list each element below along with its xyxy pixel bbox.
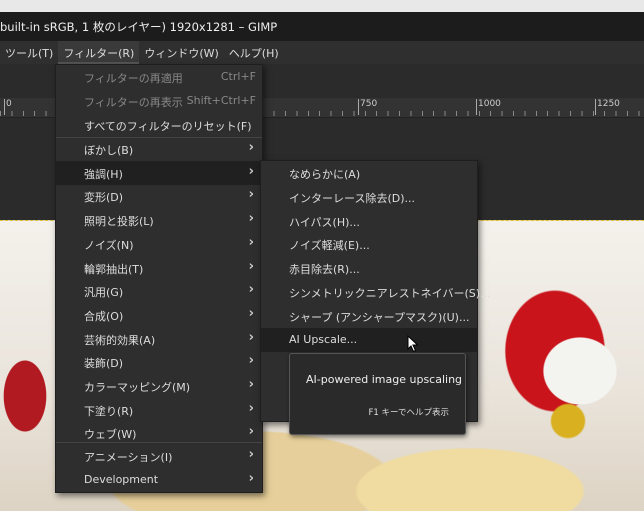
menu-item-submenu[interactable]: アニメーション(I) ›: [56, 444, 262, 468]
separator: [56, 442, 262, 443]
menu-bar: ツール(T) フィルター(R) ウィンドウ(W) ヘルプ(H): [0, 41, 644, 64]
ruler-label: 1250: [595, 99, 620, 115]
chevron-right-icon: ›: [248, 329, 254, 345]
filters-menu: フィルターの再適用 Ctrl+F フィルターの再表示 Shift+Ctrl+F すべ…: [55, 64, 263, 493]
menu-item-submenu[interactable]: 輪郭抽出(T) ›: [56, 256, 262, 280]
mouse-cursor-icon: [407, 334, 419, 356]
menu-item-submenu[interactable]: 強調(H) ›: [56, 160, 262, 185]
shortcut: Shift+Ctrl+F: [186, 94, 256, 107]
tooltip-text: AI-powered image upscaling: [306, 373, 463, 386]
menu-windows[interactable]: ウィンドウ(W): [139, 41, 223, 64]
menu-item-label: 合成(O): [84, 309, 124, 323]
menu-item-label: 下塗り(R): [84, 404, 134, 418]
menu-item-label: ノイズ軽減(E)...: [289, 239, 370, 253]
chevron-right-icon: ›: [248, 258, 254, 274]
menu-item-label: 装飾(D): [84, 357, 124, 371]
menu-item-label: 赤目除去(R)...: [289, 263, 360, 277]
menu-item-label: アニメーション(I): [84, 451, 173, 464]
submenu-item[interactable]: インターレース除去(D)...: [261, 185, 477, 209]
tooltip-help-hint: F1 キーでヘルプ表示: [368, 408, 450, 418]
submenu-item[interactable]: 赤目除去(R)...: [261, 256, 477, 280]
chevron-right-icon: ›: [248, 424, 254, 440]
menu-item-label: AI Upscale...: [289, 332, 358, 346]
menu-item-submenu[interactable]: 下塗り(R) ›: [56, 398, 262, 422]
menu-item-submenu[interactable]: Development ›: [56, 468, 262, 492]
menu-filters[interactable]: フィルター(R): [58, 41, 140, 64]
menu-item-submenu[interactable]: ぼかし(B) ›: [56, 137, 262, 161]
menu-item-submenu[interactable]: 芸術的効果(A) ›: [56, 327, 262, 351]
ruler-label: 750: [358, 99, 377, 115]
chevron-right-icon: ›: [248, 305, 254, 321]
submenu-item[interactable]: なめらかに(A): [261, 161, 477, 185]
chevron-right-icon: ›: [248, 377, 254, 392]
chevron-right-icon: ›: [248, 140, 254, 155]
shortcut: Ctrl+F: [220, 70, 256, 83]
chevron-right-icon: ›: [248, 353, 254, 369]
menu-item-submenu[interactable]: 汎用(G) ›: [56, 279, 262, 303]
chevron-right-icon: ›: [248, 400, 254, 416]
menu-item-label: ハイパス(H)...: [289, 215, 360, 229]
ruler-label: 1000: [476, 99, 501, 115]
label: フィルターの再適用: [84, 72, 183, 85]
menu-item-submenu[interactable]: カラーマッピング(M) ›: [56, 374, 262, 398]
menu-item-label: 変形(D): [84, 191, 124, 205]
title-bar: built-in sRGB, 1 枚のレイヤー) 1920x1281 – GIM…: [0, 12, 644, 41]
menu-item-label: インターレース除去(D)...: [289, 191, 415, 205]
ruler-label: 0: [4, 99, 12, 115]
chevron-right-icon: ›: [248, 282, 254, 298]
menu-item-label: 汎用(G): [84, 286, 124, 300]
menu-item-submenu[interactable]: 変形(D) ›: [56, 184, 262, 208]
desktop-strip: [0, 0, 644, 12]
chevron-right-icon: ›: [248, 211, 254, 227]
window-title: built-in sRGB, 1 枚のレイヤー) 1920x1281 – GIM…: [0, 20, 278, 34]
submenu-item[interactable]: ハイパス(H)...: [261, 209, 477, 233]
menu-item-label: カラーマッピング(M): [84, 381, 191, 394]
menu-item-label: ウェブ(W): [84, 428, 137, 442]
menu-item-label: Development: [84, 473, 159, 486]
menu-item-submenu[interactable]: 装飾(D) ›: [56, 350, 262, 374]
menu-item-submenu[interactable]: 照明と投影(L) ›: [56, 208, 262, 232]
menu-item-label: ノイズ(N): [84, 238, 134, 252]
tooltip: AI-powered image upscaling F1 キーでヘルプ表示: [289, 353, 466, 435]
menu-item-label: 輪郭抽出(T): [84, 262, 144, 276]
chevron-right-icon: ›: [248, 471, 254, 486]
menu-item-reshow-filter: フィルターの再表示 Shift+Ctrl+F: [56, 89, 262, 113]
menu-item-label: なめらかに(A): [289, 168, 361, 181]
menu-item-label: ぼかし(B): [84, 144, 134, 157]
chevron-right-icon: ›: [248, 163, 254, 179]
menu-item-submenu[interactable]: ノイズ(N) ›: [56, 232, 262, 256]
menu-item-label: 芸術的効果(A): [84, 333, 156, 347]
menu-tools[interactable]: ツール(T): [0, 41, 58, 64]
chevron-right-icon: ›: [248, 234, 254, 250]
chevron-right-icon: ›: [248, 187, 254, 203]
label: フィルターの再表示: [84, 96, 183, 109]
menu-item-submenu[interactable]: 合成(O) ›: [56, 303, 262, 327]
menu-item-reapply-filter: フィルターの再適用 Ctrl+F: [56, 65, 262, 89]
menu-item-label: 照明と投影(L): [84, 215, 154, 229]
chevron-right-icon: ›: [248, 447, 254, 462]
submenu-item[interactable]: シンメトリックニアレストネイバー(S)...: [261, 280, 491, 304]
menu-help[interactable]: ヘルプ(H): [224, 41, 284, 64]
menu-item-reset-filters[interactable]: すべてのフィルターのリセット(F): [56, 113, 262, 137]
menu-item-label: 強調(H): [84, 167, 123, 181]
submenu-item[interactable]: シャープ (アンシャープマスク)(U)...: [261, 304, 477, 328]
menu-item-label: シャープ (アンシャープマスク)(U)...: [289, 310, 470, 324]
submenu-item[interactable]: AI Upscale...: [261, 327, 477, 352]
menu-item-label: シンメトリックニアレストネイバー(S)...: [289, 287, 491, 300]
submenu-item[interactable]: ノイズ軽減(E)...: [261, 232, 477, 256]
